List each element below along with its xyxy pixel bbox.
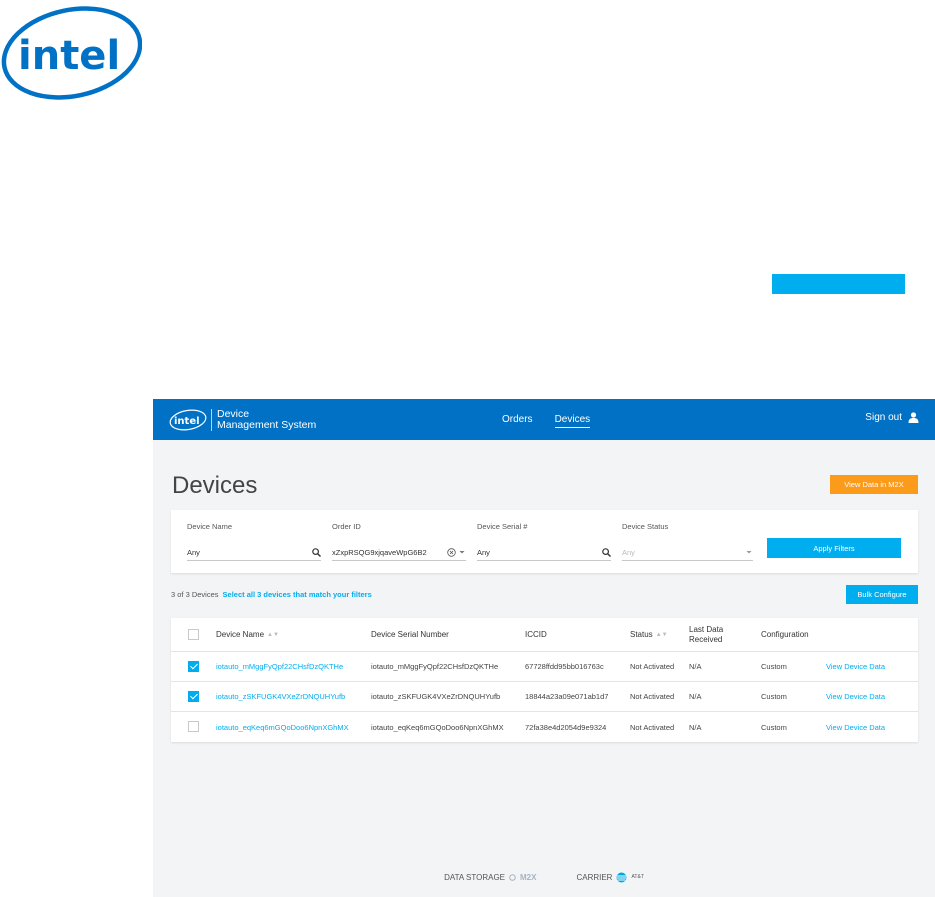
configuration-cell: Custom (761, 692, 787, 701)
table-row: iotauto_zSKFUGK4VXeZrDNQUHYufb iotauto_z… (171, 682, 918, 712)
brand[interactable]: intel Device Management System (169, 407, 316, 433)
footer: DATA STORAGE M2X CARRIER AT&T (153, 867, 935, 887)
chevron-down-icon[interactable] (458, 548, 466, 556)
serial-cell: iotauto_mMggFyQpf22CHsfDzQKTHe (371, 662, 499, 671)
header-status[interactable]: Status ▲▼ (630, 618, 668, 651)
row-checkbox[interactable] (188, 721, 199, 732)
device-name-link[interactable]: iotauto_eqKeq6mGQoDoo6NpnXGhMX (216, 712, 349, 742)
device-name-filter: Device Name Any (187, 522, 321, 561)
main-nav: Orders Devices (502, 414, 591, 428)
svg-text:intel: intel (18, 33, 120, 79)
brand-divider (211, 409, 212, 431)
device-name-input[interactable]: Any (187, 544, 321, 561)
header-configuration: Configuration (761, 630, 809, 639)
clear-icon[interactable] (447, 547, 456, 557)
table-row: iotauto_mMggFyQpf22CHsfDzQKTHe iotauto_m… (171, 652, 918, 682)
serial-filter: Device Serial # Any (477, 522, 611, 561)
status-select[interactable]: Any (622, 544, 753, 561)
blank-action-button[interactable] (772, 274, 905, 294)
intel-logo: intel (0, 0, 142, 102)
sort-icon: ▲▼ (267, 631, 279, 638)
table-row: iotauto_eqKeq6mGQoDoo6NpnXGhMX iotauto_e… (171, 712, 918, 742)
status-cell: Not Activated (630, 662, 675, 671)
m2x-brand: M2X (520, 872, 537, 882)
m2x-logo-icon (509, 873, 516, 881)
configuration-cell: Custom (761, 662, 787, 671)
view-device-data-link[interactable]: View Device Data (826, 682, 885, 711)
header-device-name[interactable]: Device Name ▲▼ (216, 618, 279, 651)
intel-logo-icon: intel (169, 409, 207, 431)
chevron-down-icon[interactable] (745, 548, 753, 556)
att-brand: AT&T (631, 874, 644, 880)
brand-title: Device Management System (217, 408, 317, 431)
user-icon (908, 412, 919, 423)
serial-input[interactable]: Any (477, 544, 611, 561)
carrier: CARRIER AT&T (576, 872, 644, 883)
sort-icon: ▲▼ (655, 631, 668, 638)
svg-text:intel: intel (174, 416, 200, 427)
device-name-link[interactable]: iotauto_mMggFyQpf22CHsfDzQKTHe (216, 652, 343, 681)
serial-cell: iotauto_eqKeq6mGQoDoo6NpnXGhMX (371, 722, 504, 732)
iccid-cell: 67728ffdd95bb016763c (525, 662, 604, 671)
view-device-data-link[interactable]: View Device Data (826, 652, 885, 681)
data-storage: DATA STORAGE M2X (444, 873, 536, 882)
row-checkbox[interactable] (188, 690, 199, 702)
att-globe-icon (616, 872, 627, 882)
view-device-data-link[interactable]: View Device Data (826, 712, 885, 742)
devices-table: Device Name ▲▼ Device Serial Number ICCID… (171, 618, 918, 742)
iccid-cell: 18844a23a09e071ab1d7 (525, 692, 609, 701)
device-count: 3 of 3 Devices Select all 3 devices that … (171, 590, 372, 599)
iccid-cell: 72fa38e4d2054d9e9324 (525, 722, 607, 732)
select-all-link[interactable]: Select all 3 devices that match your fil… (223, 590, 372, 599)
row-checkbox[interactable] (188, 660, 199, 672)
status-filter: Device Status Any (622, 522, 753, 561)
order-id-filter: Order ID xZxpRSQG9xjqaveWpG6B2 (332, 522, 466, 561)
filter-panel: Device Name Any Order ID xZxpRSQG9xjqave… (171, 510, 918, 573)
page-title: Devices (172, 472, 258, 499)
order-id-label: Order ID (332, 522, 361, 531)
sign-out-link[interactable]: Sign out (865, 412, 919, 423)
app-frame: intel Device Management System Orders De… (153, 399, 935, 897)
apply-filters-button[interactable]: Apply Filters (767, 538, 901, 558)
order-id-select[interactable]: xZxpRSQG9xjqaveWpG6B2 (332, 544, 466, 561)
serial-cell: iotauto_zSKFUGK4VXeZrDNQUHYufb (371, 692, 501, 701)
header-iccid: ICCID (525, 630, 547, 639)
carrier-label: CARRIER (576, 872, 613, 882)
nav-orders[interactable]: Orders (502, 414, 533, 428)
search-icon[interactable] (602, 547, 611, 557)
status-cell: Not Activated (630, 692, 675, 701)
last-data-cell: N/A (689, 662, 702, 671)
data-storage-label: DATA STORAGE (444, 872, 505, 882)
top-navigation-bar: intel Device Management System Orders De… (153, 399, 935, 440)
sign-out-label: Sign out (865, 412, 902, 423)
view-data-m2x-button[interactable]: View Data in M2X (830, 475, 918, 494)
bulk-configure-button[interactable]: Bulk Configure (846, 585, 918, 604)
device-name-link[interactable]: iotauto_zSKFUGK4VXeZrDNQUHYufb (216, 682, 345, 711)
last-data-cell: N/A (689, 722, 702, 732)
table-header: Device Name ▲▼ Device Serial Number ICCID… (171, 618, 918, 652)
status-label: Device Status (622, 522, 669, 531)
device-count-label: 3 of 3 Devices (171, 590, 219, 599)
status-cell: Not Activated (630, 722, 675, 732)
search-icon[interactable] (312, 547, 321, 557)
nav-devices[interactable]: Devices (554, 414, 591, 428)
configuration-cell: Custom (761, 722, 787, 732)
device-name-label: Device Name (187, 522, 233, 531)
select-all-checkbox[interactable] (188, 628, 199, 640)
serial-label: Device Serial # (477, 522, 528, 531)
last-data-cell: N/A (689, 692, 702, 701)
header-last-data: Last Data Received (689, 624, 724, 644)
header-serial: Device Serial Number (371, 630, 449, 639)
